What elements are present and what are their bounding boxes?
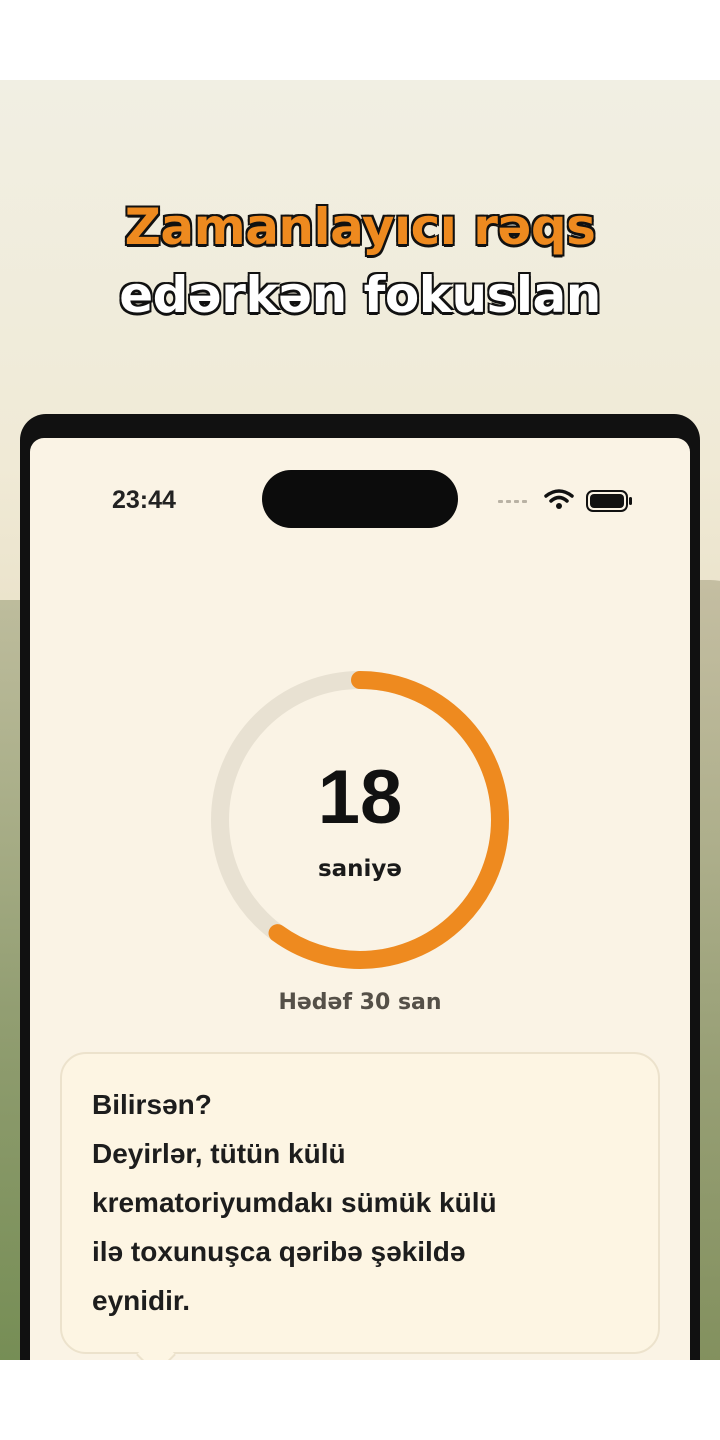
timer-count: 18 [317,755,403,840]
tip-line: eynidir. [92,1285,191,1316]
signal-dots-icon [498,500,527,503]
promo-poster: Zamanlayıcı rəqs edərkən fokuslan 23:44 … [0,80,720,1360]
tip-line: ilə toxunuşca qəribə şəkildə [92,1236,466,1267]
headline-line-1: Zamanlayıcı rəqs [124,198,596,256]
tip-line: krematoriyumdakı sümük külü [92,1187,497,1218]
dynamic-island [262,470,458,528]
status-time: 23:44 [112,486,176,514]
wifi-icon [544,489,574,509]
timer-unit-label: saniyə [317,856,403,882]
tip-text: Bilirsən? Deyirlər, tütün külü krematori… [92,1080,632,1325]
tip-line: Bilirsən? [92,1089,212,1120]
battery-icon [586,490,632,512]
tip-line: Deyirlər, tütün külü [92,1138,346,1169]
timer-goal-label: Hədəf 30 san [278,990,442,1015]
headline-line-2: edərkən fokuslan [119,266,601,324]
phone-screen: 23:44 18 saniyə Hədəf 30 san Bilirsən? D… [30,438,690,1360]
